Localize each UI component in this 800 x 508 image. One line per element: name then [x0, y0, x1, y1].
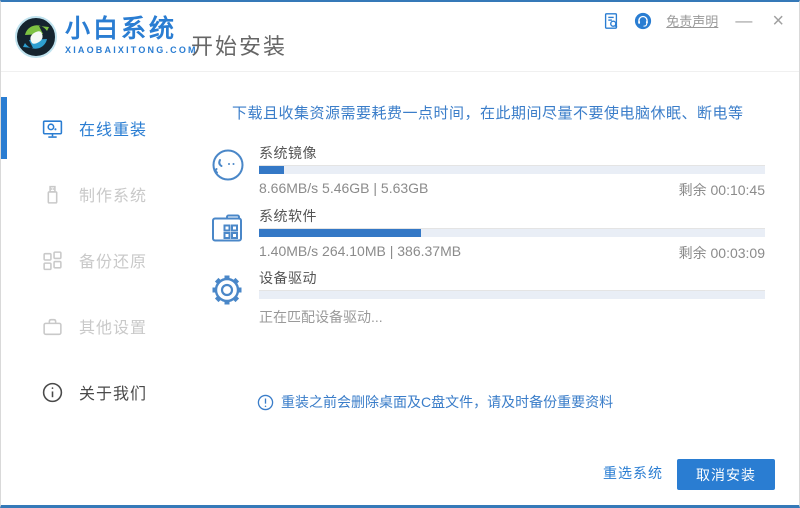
task-name: 系统软件	[259, 208, 317, 224]
page-title: 开始安装	[191, 34, 288, 59]
backup-warning-text: 重装之前会删除桌面及C盘文件，请及时备份重要资料	[281, 394, 614, 410]
app-logo-icon	[15, 16, 57, 58]
task-name: 系统镜像	[259, 145, 317, 161]
download-stats: 8.66MB/s 5.46GB | 5.63GB	[259, 180, 429, 196]
time-remaining: 剩余 00:10:45	[678, 182, 765, 198]
reselect-system-button[interactable]: 重选系统	[603, 463, 663, 483]
download-notice: 下载且收集资源需要耗费一点时间，在此期间尽量不要使电脑休眠、断电等	[232, 105, 744, 122]
sidebar-item-label: 制作系统	[79, 188, 148, 205]
brand-block: 小白系统 XIAOBAIXITONG.COM	[65, 15, 198, 55]
sidebar-item-other-settings[interactable]: 其他设置	[1, 293, 201, 359]
progress-fill	[259, 229, 421, 237]
driver-matching-status: 正在匹配设备驱动...	[259, 309, 383, 325]
sidebar-item-label: 其他设置	[79, 320, 148, 337]
monitor-icon	[42, 119, 63, 138]
backup-warning: 重装之前会删除桌面及C盘文件，请及时备份重要资料	[257, 392, 613, 412]
sidebar-item-about-us[interactable]: 关于我们	[1, 359, 201, 425]
title-bar: 小白系统 XIAOBAIXITONG.COM 开始安装 免责声明 — ×	[1, 2, 799, 72]
task-system-image: 系统镜像 8.66MB/s 5.46GB | 5.63GB 剩余 00:10:4…	[207, 144, 765, 200]
usb-drive-icon	[47, 185, 58, 204]
header-controls: 免责声明 — ×	[602, 11, 787, 31]
sidebar-item-label: 关于我们	[79, 386, 148, 403]
sidebar-item-label: 备份还原	[79, 254, 148, 271]
progress-bar-system-software	[259, 229, 765, 237]
briefcase-icon	[43, 318, 62, 335]
time-remaining: 剩余 00:03:09	[678, 245, 765, 261]
sidebar: 在线重装 制作系统 备份还原 其他设置 关于我们	[1, 72, 201, 504]
mascot-face-icon	[212, 149, 244, 181]
backup-grid-icon	[43, 250, 62, 270]
task-device-drivers: 设备驱动 正在匹配设备驱动...	[207, 269, 765, 327]
minimize-button[interactable]: —	[732, 11, 755, 30]
progress-bar-device-drivers	[259, 291, 765, 299]
app-window: 小白系统 XIAOBAIXITONG.COM 开始安装 免责声明 — × 在线重…	[0, 0, 800, 508]
cancel-install-button[interactable]: 取消安装	[677, 459, 775, 490]
sidebar-item-label: 在线重装	[79, 122, 148, 139]
brand-name: 小白系统	[65, 15, 178, 43]
exclamation-circle-icon	[257, 394, 274, 410]
progress-bar-system-image	[259, 166, 765, 174]
info-icon	[42, 382, 63, 402]
close-button[interactable]: ×	[769, 11, 787, 31]
log-doc-search-icon[interactable]	[602, 12, 620, 30]
customer-service-headset-icon[interactable]	[634, 12, 652, 30]
download-stats: 1.40MB/s 264.10MB | 386.37MB	[259, 243, 462, 259]
sidebar-item-backup-restore[interactable]: 备份还原	[1, 227, 201, 293]
main-content: 下载且收集资源需要耗费一点时间，在此期间尽量不要使电脑休眠、断电等 系统镜像 8…	[201, 72, 799, 504]
app-folder-icon	[212, 214, 242, 242]
task-system-software: 系统软件 1.40MB/s 264.10MB | 386.37MB 剩余 00:…	[207, 207, 765, 263]
task-name: 设备驱动	[259, 270, 317, 286]
gear-icon	[212, 275, 242, 305]
disclaimer-link[interactable]: 免责声明	[666, 11, 718, 30]
sidebar-item-make-system[interactable]: 制作系统	[1, 161, 201, 227]
progress-fill	[259, 166, 285, 174]
sidebar-item-online-reinstall[interactable]: 在线重装	[1, 95, 201, 161]
brand-domain: XIAOBAIXITONG.COM	[65, 45, 198, 55]
